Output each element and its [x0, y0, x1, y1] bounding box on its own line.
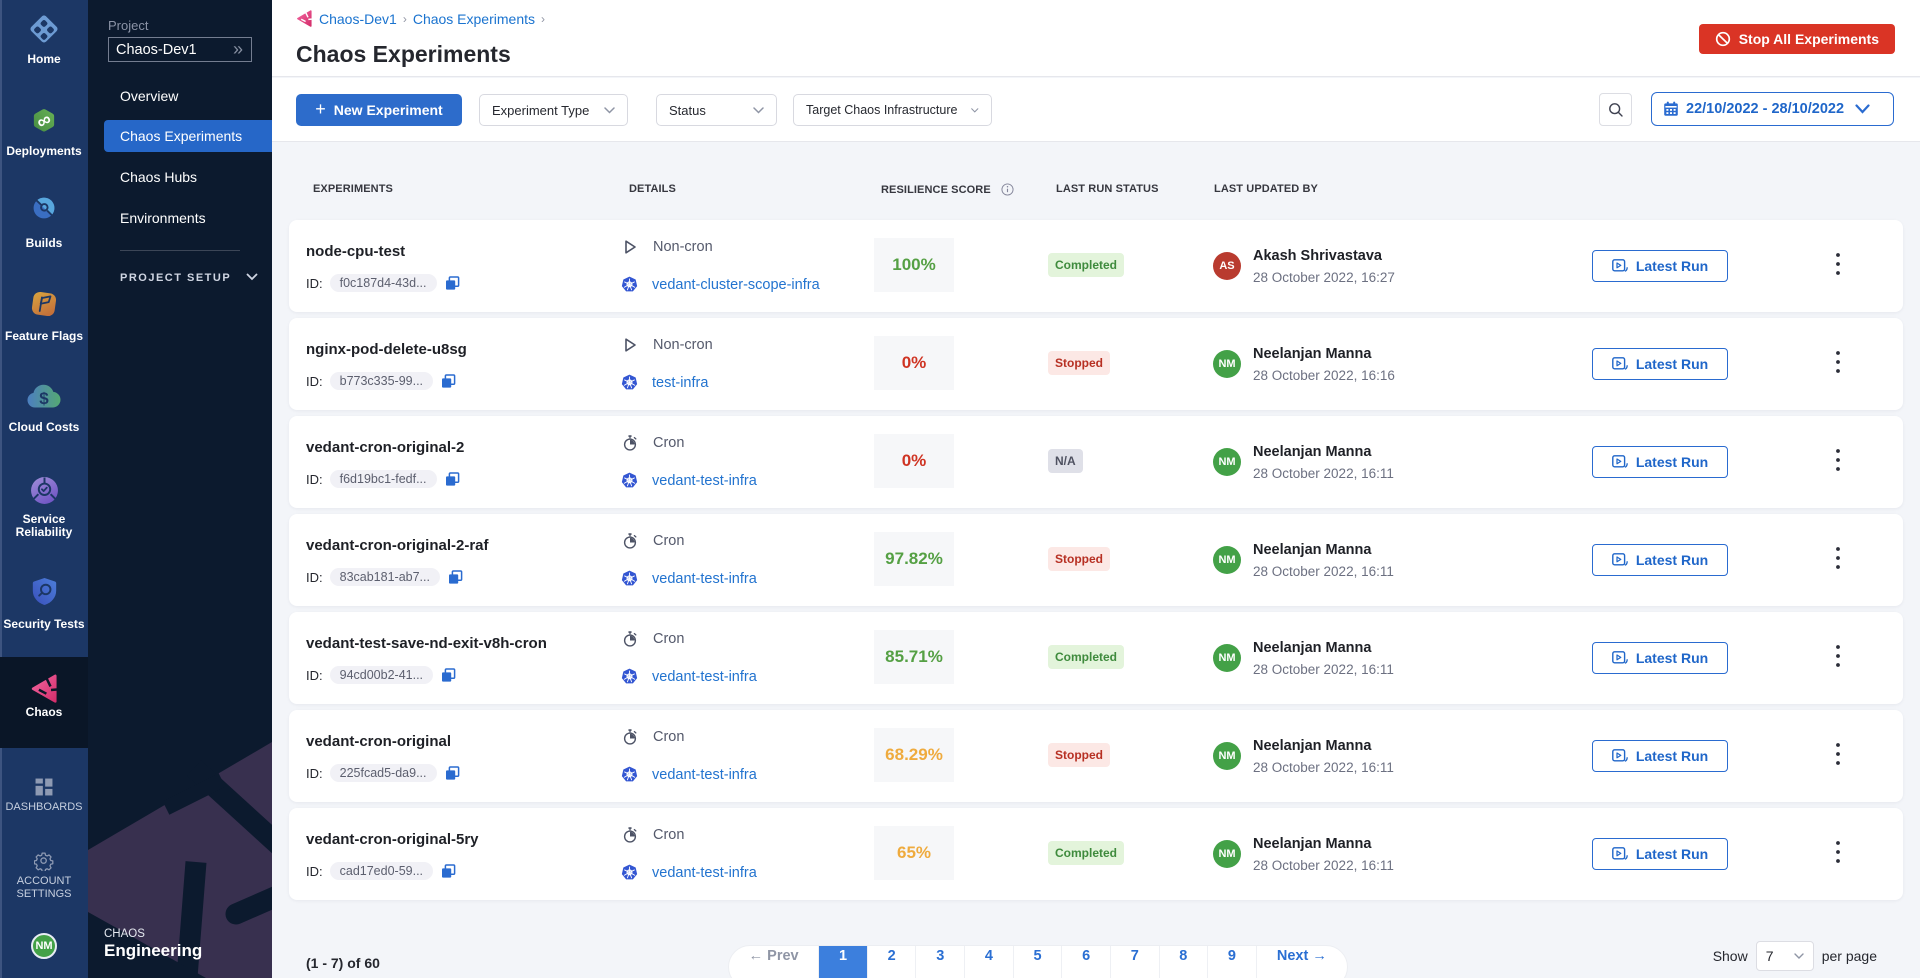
svg-text:$: $	[39, 389, 49, 408]
